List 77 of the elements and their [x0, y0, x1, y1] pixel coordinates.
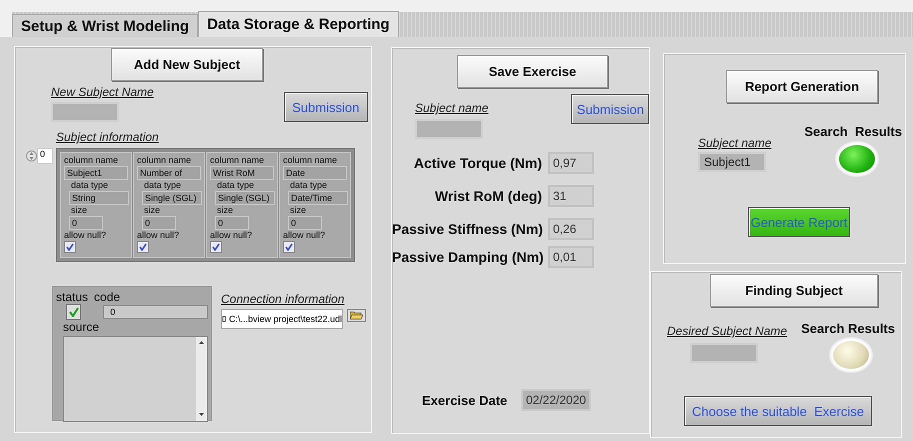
finding-subject-button[interactable]: Finding Subject — [710, 274, 878, 307]
measure-label: Active Torque (Nm) — [412, 155, 542, 171]
scroll-down-icon[interactable] — [199, 413, 204, 417]
size-field[interactable]: 0 — [288, 216, 322, 230]
field-label: allow null? — [64, 230, 108, 241]
field-label: New Subject Name — [51, 85, 154, 99]
field-label: allow null? — [283, 230, 326, 241]
checkbox[interactable] — [283, 241, 295, 253]
field-label: allow null? — [137, 230, 180, 241]
field-label: Subject name — [698, 136, 772, 150]
column-name-field[interactable]: Wrist RoM — [210, 166, 274, 180]
measure-label: Passive Stiffness (Nm) — [392, 221, 542, 237]
value-field[interactable]: 31 — [548, 185, 594, 207]
scrollbar[interactable] — [196, 337, 207, 421]
field-label: data type — [71, 180, 110, 191]
exercise-date-field[interactable]: 02/22/2020 — [521, 389, 591, 411]
tab[interactable]: Data Storage & Reporting — [198, 11, 399, 37]
value-field[interactable]: 0,26 — [548, 218, 594, 240]
measure-label: Wrist RoM (deg) — [434, 188, 542, 204]
size-field[interactable]: 0 — [69, 216, 103, 230]
path-icon — [222, 314, 227, 324]
add-subject-button[interactable]: Add New Subject — [111, 48, 263, 81]
field-label: Exercise Date — [422, 392, 508, 408]
column-name-field[interactable]: Date — [283, 166, 347, 180]
column-name-field[interactable]: Subject1 — [64, 166, 128, 180]
submission-button[interactable]: Submission — [284, 92, 368, 122]
index-field[interactable]: 0 — [37, 148, 53, 164]
field-label: Connection information — [221, 292, 346, 306]
input-field[interactable] — [415, 119, 483, 139]
folder-icon — [350, 311, 363, 320]
input-field[interactable] — [51, 102, 119, 122]
results-label: Search Results — [804, 124, 902, 139]
field-label: data type — [144, 180, 182, 191]
value-field[interactable]: 0,97 — [548, 152, 594, 174]
field-label: size — [144, 205, 162, 216]
field-label: column name — [137, 155, 192, 166]
subject-name-field[interactable]: Subject1 — [698, 152, 766, 172]
checkbox[interactable] — [210, 241, 222, 253]
scroll-up-icon[interactable] — [199, 341, 204, 345]
data-type-field[interactable]: Date/Time — [288, 191, 348, 205]
field-label: size — [217, 205, 234, 216]
path-field[interactable]: C:\...bview project\test22.udl — [221, 309, 343, 329]
code-field[interactable]: 0 — [103, 305, 208, 319]
report-generation-button[interactable]: Report Generation — [726, 70, 878, 103]
data-type-field[interactable]: Single (SGL) — [142, 191, 202, 205]
field-label: size — [71, 205, 88, 216]
field-label: data type — [217, 180, 256, 191]
field-label: source — [63, 320, 100, 334]
input-field[interactable] — [690, 343, 758, 363]
save-exercise-button[interactable]: Save Exercise — [457, 55, 608, 88]
field-label: Desired Subject Name — [667, 324, 788, 338]
field-label: code — [94, 290, 120, 304]
choose-exercise-button[interactable]: Choose the suitable Exercise — [684, 396, 872, 426]
data-type-field[interactable]: String — [69, 191, 129, 205]
field-label: size — [290, 205, 308, 216]
field-label: data type — [290, 180, 328, 191]
data-type-field[interactable]: Single (SGL) — [215, 191, 275, 205]
results-label: Search Results — [801, 321, 895, 336]
field-label: column name — [64, 155, 120, 166]
tab[interactable]: Setup & Wrist Modeling — [12, 14, 198, 37]
measure-label: Passive Damping (Nm) — [392, 249, 542, 265]
value-field[interactable]: 0,01 — [548, 246, 594, 268]
size-field[interactable]: 0 — [142, 216, 176, 230]
field-label: Subject information — [56, 130, 159, 144]
checkbox[interactable] — [64, 241, 76, 253]
checkbox[interactable] — [137, 241, 149, 253]
browse-button[interactable] — [347, 309, 366, 322]
field-label: allow null? — [210, 230, 254, 241]
source-field[interactable] — [63, 336, 208, 422]
field-label: column name — [283, 155, 338, 166]
field-label: status — [56, 290, 88, 304]
field-label: column name — [210, 155, 266, 166]
column-name-field[interactable]: Number of — [137, 166, 201, 180]
spinner-icon[interactable] — [26, 148, 37, 164]
size-field[interactable]: 0 — [215, 216, 249, 230]
submission-button[interactable]: Submission — [571, 94, 650, 124]
field-label: Subject name — [415, 101, 488, 115]
